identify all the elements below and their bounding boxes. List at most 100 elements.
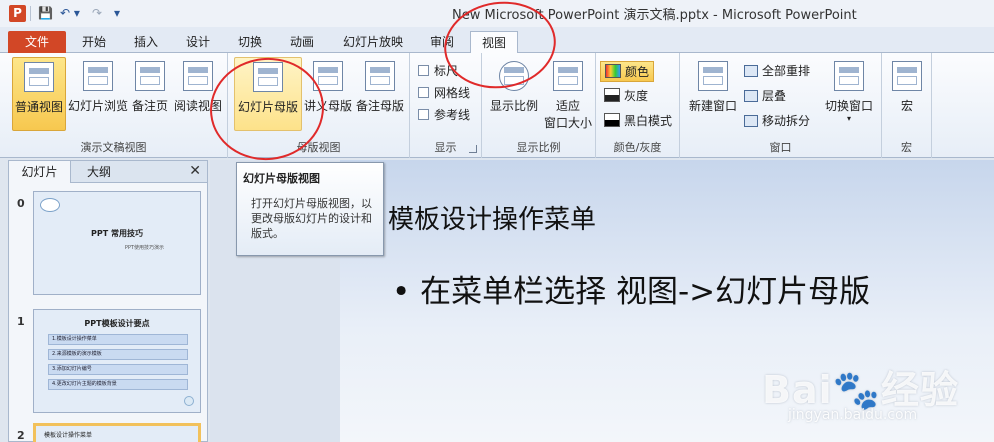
logo-icon bbox=[40, 198, 60, 212]
move-split-button[interactable]: 移动拆分 bbox=[744, 111, 810, 132]
switch-windows-button[interactable]: 切换窗口 ▾ bbox=[820, 57, 878, 131]
show-dialog-launcher[interactable] bbox=[469, 145, 477, 153]
thumbnail-title: PPT模板设计要点 bbox=[84, 319, 150, 328]
guides-checkbox-box[interactable] bbox=[418, 109, 429, 120]
switch-windows-icon bbox=[834, 61, 864, 91]
new-window-button[interactable]: 新建窗口 bbox=[684, 57, 742, 131]
notes-page-label: 备注页 bbox=[131, 99, 168, 113]
grayscale-label: 灰度 bbox=[624, 89, 649, 103]
group-macros: 宏 宏 bbox=[882, 53, 932, 158]
cascade-label: 层叠 bbox=[762, 89, 787, 103]
switch-windows-dropdown-icon: ▾ bbox=[846, 114, 851, 123]
thumbnail-title: 模板设计操作菜单 bbox=[44, 432, 93, 439]
thumbnail-list-item: 2.来源模板的演示模板 bbox=[48, 349, 188, 360]
cascade-icon bbox=[744, 90, 758, 102]
tab-slideshow[interactable]: 幻灯片放映 bbox=[336, 31, 410, 53]
group-label-zoom: 显示比例 bbox=[516, 141, 561, 154]
arrange-all-label: 全部重排 bbox=[762, 64, 811, 78]
fit-to-window-label: 适应 bbox=[555, 99, 580, 113]
arrange-all-button[interactable]: 全部重排 bbox=[744, 61, 810, 82]
move-split-label: 移动拆分 bbox=[762, 114, 811, 128]
qa-separator bbox=[30, 6, 31, 21]
group-label-macros: 宏 bbox=[901, 141, 912, 154]
macros-button[interactable]: 宏 bbox=[888, 57, 926, 131]
group-label-window: 窗口 bbox=[769, 141, 792, 154]
slide-sorter-button[interactable]: 幻灯片浏览 bbox=[68, 57, 128, 131]
tab-animations[interactable]: 动画 bbox=[280, 31, 324, 53]
ruler-checkbox-box[interactable] bbox=[418, 65, 429, 76]
group-presentation-views: 普通视图 幻灯片浏览 备注页 阅读视图 演示文稿视图 bbox=[0, 53, 228, 158]
notes-page-icon bbox=[135, 61, 165, 91]
normal-view-label: 普通视图 bbox=[14, 100, 63, 114]
slides-panel-tabs: 幻灯片 大纲 ✕ bbox=[9, 161, 207, 183]
group-label-color-grayscale: 颜色/灰度 bbox=[613, 141, 662, 154]
powerpoint-app-icon[interactable]: P bbox=[9, 5, 26, 22]
normal-view-icon bbox=[24, 62, 54, 92]
black-white-swatch-icon bbox=[604, 113, 620, 127]
notes-page-button[interactable]: 备注页 bbox=[130, 57, 170, 131]
group-color-grayscale: 颜色 灰度 黑白模式 颜色/灰度 bbox=[596, 53, 680, 158]
macros-label: 宏 bbox=[900, 99, 913, 113]
tab-transitions[interactable]: 切换 bbox=[228, 31, 272, 53]
slide-sorter-label: 幻灯片浏览 bbox=[68, 99, 129, 113]
group-window: 新建窗口 全部重排 层叠 移动拆分 切换窗口 ▾ 窗口 bbox=[680, 53, 882, 158]
slide-thumbnail-current[interactable]: 模板设计操作菜单 bbox=[33, 423, 201, 442]
thumbnail-list-item: 4.更改幻灯片主题的模板背景 bbox=[48, 379, 188, 390]
fit-to-window-icon bbox=[553, 61, 583, 91]
tab-home[interactable]: 开始 bbox=[72, 31, 116, 53]
slide-bullet-text[interactable]: • 在菜单栏选择 视图->幻灯片母版 bbox=[392, 266, 870, 311]
customize-quick-access-icon[interactable]: ▾ bbox=[114, 5, 120, 22]
tab-file[interactable]: 文件 bbox=[8, 31, 66, 53]
fit-to-window-button[interactable]: 适应 窗口大小 bbox=[542, 57, 594, 131]
normal-view-button[interactable]: 普通视图 bbox=[12, 57, 66, 131]
watermark-url: jingyan.baidu.com bbox=[788, 407, 918, 423]
slide-thumbnail[interactable]: PPT模板设计要点 1.模板设计操作菜单 2.来源模板的演示模板 3.添加幻灯片… bbox=[33, 309, 201, 413]
cascade-button[interactable]: 层叠 bbox=[744, 86, 786, 107]
notes-master-label: 备注母版 bbox=[355, 99, 404, 113]
tab-design[interactable]: 设计 bbox=[176, 31, 220, 53]
switch-windows-label: 切换窗口 bbox=[824, 99, 873, 113]
reading-view-icon bbox=[183, 61, 213, 91]
tooltip-body: 打开幻灯片母版视图，以更改母版幻灯片的设计和版式。 bbox=[251, 197, 372, 240]
color-label: 颜色 bbox=[625, 65, 650, 79]
tab-outline[interactable]: 大纲 bbox=[71, 161, 127, 183]
slide-master-tooltip: 幻灯片母版视图 打开幻灯片母版视图，以更改母版幻灯片的设计和版式。 bbox=[236, 162, 384, 256]
close-icon[interactable]: ✕ bbox=[189, 163, 201, 179]
color-button[interactable]: 颜色 bbox=[600, 61, 655, 82]
redo-icon[interactable]: ↷ bbox=[92, 5, 102, 22]
move-split-icon bbox=[744, 115, 758, 127]
slide-title-text[interactable]: 模板设计操作菜单 bbox=[388, 199, 596, 236]
undo-icon[interactable]: ↶ ▾ bbox=[60, 5, 80, 22]
slide-thumbnail[interactable]: PPT 常用技巧 PPT使用技巧演示 bbox=[33, 191, 201, 295]
baidu-watermark: Bai🐾经验 jingyan.baidu.com bbox=[760, 335, 990, 435]
slide-number: 1 bbox=[17, 315, 25, 328]
tab-insert[interactable]: 插入 bbox=[124, 31, 168, 53]
save-icon[interactable]: 💾 bbox=[38, 5, 53, 22]
tooltip-title: 幻灯片母版视图 bbox=[243, 172, 320, 185]
tab-slides[interactable]: 幻灯片 bbox=[9, 161, 71, 183]
black-white-button[interactable]: 黑白模式 bbox=[604, 111, 672, 132]
watermark-brand: Bai🐾经验 bbox=[762, 368, 959, 412]
decorative-icon bbox=[184, 396, 194, 406]
new-window-icon bbox=[698, 61, 728, 91]
slides-panel: 幻灯片 大纲 ✕ 0 PPT 常用技巧 PPT使用技巧演示 1 PPT模板设计要… bbox=[8, 160, 208, 442]
new-window-label: 新建窗口 bbox=[688, 99, 737, 113]
zoom-label: 显示比例 bbox=[489, 99, 538, 113]
thumbnail-subtitle: PPT使用技巧演示 bbox=[124, 245, 164, 251]
grayscale-button[interactable]: 灰度 bbox=[604, 86, 648, 107]
slide-number: 0 bbox=[17, 197, 25, 210]
thumbnail-list-item: 1.模板设计操作菜单 bbox=[48, 334, 188, 345]
notes-master-icon bbox=[365, 61, 395, 91]
guides-checkbox[interactable]: 参考线 bbox=[418, 106, 470, 123]
gridlines-label: 网格线 bbox=[434, 86, 471, 100]
slide-number: 2 bbox=[17, 429, 25, 442]
notes-master-button[interactable]: 备注母版 bbox=[354, 57, 406, 131]
slide-sorter-icon bbox=[83, 61, 113, 91]
gridlines-checkbox-box[interactable] bbox=[418, 87, 429, 98]
gridlines-checkbox[interactable]: 网格线 bbox=[418, 84, 470, 101]
arrange-all-icon bbox=[744, 65, 758, 77]
macros-icon bbox=[892, 61, 922, 91]
fit-to-window-label-2: 窗口大小 bbox=[543, 116, 592, 130]
thumbnail-title: PPT 常用技巧 bbox=[91, 229, 143, 238]
grayscale-swatch-icon bbox=[604, 88, 620, 102]
